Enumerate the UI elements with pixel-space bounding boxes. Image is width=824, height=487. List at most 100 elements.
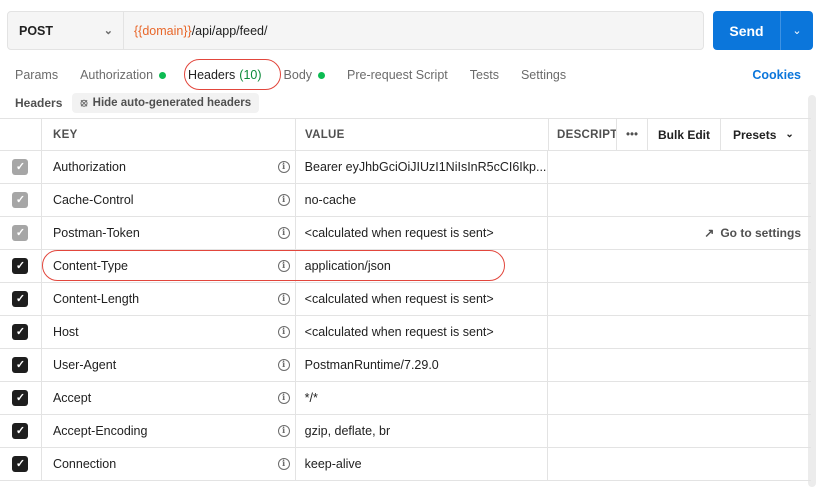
key-cell[interactable]: Content-Length i xyxy=(42,283,296,315)
key-cell[interactable]: Accept i xyxy=(42,382,296,414)
header-value: <calculated when request is sent> xyxy=(304,292,494,306)
table-row: ✓ Accept i */* xyxy=(0,382,811,415)
value-cell[interactable]: no-cache xyxy=(296,184,549,216)
hide-auto-headers-label: Hide auto-generated headers xyxy=(92,97,252,109)
description-cell[interactable] xyxy=(548,349,811,381)
send-button[interactable]: Send xyxy=(713,11,781,50)
url-input[interactable]: {{domain}}/api/app/feed/ xyxy=(124,12,703,49)
hide-auto-headers-button[interactable]: ⦻ Hide auto-generated headers xyxy=(72,93,260,113)
value-cell[interactable]: keep-alive xyxy=(296,448,549,480)
more-options-button[interactable]: ••• xyxy=(617,119,648,150)
description-cell[interactable] xyxy=(548,184,811,216)
tab-params[interactable]: Params xyxy=(15,68,58,82)
value-cell[interactable]: */* xyxy=(296,382,549,414)
column-value: VALUE xyxy=(296,119,549,150)
tab-tests-label: Tests xyxy=(469,68,499,82)
value-cell[interactable]: gzip, deflate, br xyxy=(296,415,549,447)
key-cell[interactable]: Host i xyxy=(42,316,296,348)
headers-tab-highlight xyxy=(184,59,281,90)
tab-pre-request-script-label: Pre-request Script xyxy=(347,68,448,82)
tab-pre-request-script[interactable]: Pre-request Script xyxy=(347,68,448,82)
tab-body-label: Body xyxy=(283,68,313,82)
chevron-down-icon: ⌄ xyxy=(103,25,113,37)
eye-off-icon: ⦻ xyxy=(80,96,88,109)
tab-body[interactable]: Body xyxy=(284,68,326,82)
value-cell[interactable]: PostmanRuntime/7.29.0 xyxy=(296,349,549,381)
header-key: Accept-Encoding xyxy=(52,424,148,438)
header-value: */* xyxy=(304,391,318,405)
header-key: Connection xyxy=(52,457,117,471)
header-key: Accept xyxy=(52,391,92,405)
headers-table: KEY VALUE DESCRIPTION ••• Bulk Edit Pres… xyxy=(0,118,811,481)
info-icon[interactable]: i xyxy=(277,227,290,239)
info-icon[interactable]: i xyxy=(277,458,290,470)
header-key: Content-Length xyxy=(52,292,140,306)
description-cell[interactable] xyxy=(548,415,811,447)
table-row: ✓ Accept-Encoding i gzip, deflate, br xyxy=(0,415,811,448)
checkbox-checked-icon[interactable]: ✓ xyxy=(12,390,29,406)
info-icon[interactable]: i xyxy=(277,194,290,206)
key-cell[interactable]: Cache-Control i xyxy=(42,184,296,216)
key-cell[interactable]: Accept-Encoding i xyxy=(42,415,296,447)
checkbox-checked-icon[interactable]: ✓ xyxy=(12,324,29,340)
tab-authorization-label: Authorization xyxy=(80,68,154,82)
info-icon[interactable]: i xyxy=(277,392,290,404)
value-cell[interactable]: <calculated when request is sent> xyxy=(296,316,549,348)
table-body: ✓ Authorization i Bearer eyJhbGciOiJIUzI… xyxy=(0,151,811,481)
cookies-link[interactable]: Cookies xyxy=(752,68,801,82)
info-icon[interactable]: i xyxy=(277,326,290,338)
row-checkbox-cell: ✓ xyxy=(0,415,42,447)
description-cell[interactable] xyxy=(548,151,811,183)
bulk-edit-button[interactable]: Bulk Edit xyxy=(648,119,721,150)
header-key: Authorization xyxy=(52,160,126,174)
table-row: ✓ User-Agent i PostmanRuntime/7.29.0 xyxy=(0,349,811,382)
description-cell[interactable] xyxy=(548,448,811,480)
value-cell[interactable]: <calculated when request is sent> xyxy=(296,283,549,315)
key-cell[interactable]: User-Agent i xyxy=(42,349,296,381)
header-key: Cache-Control xyxy=(52,193,134,207)
send-options-chevron-icon[interactable]: ⌄ xyxy=(781,11,813,50)
key-cell[interactable]: Postman-Token i xyxy=(42,217,296,249)
tab-tests[interactable]: Tests xyxy=(470,68,499,82)
key-cell[interactable]: Authorization i xyxy=(42,151,296,183)
info-icon[interactable]: i xyxy=(277,293,290,305)
description-cell[interactable] xyxy=(548,250,811,282)
content-type-highlight xyxy=(42,250,505,281)
checkbox-checked-icon[interactable]: ✓ xyxy=(12,456,29,472)
method-select[interactable]: POST ⌄ xyxy=(8,12,124,49)
description-cell[interactable] xyxy=(548,316,811,348)
header-value: no-cache xyxy=(304,193,357,207)
info-icon[interactable]: i xyxy=(277,359,290,371)
header-value: gzip, deflate, br xyxy=(304,424,391,438)
checkbox-checked-icon[interactable]: ✓ xyxy=(12,159,29,175)
table-row: ✓ Cache-Control i no-cache xyxy=(0,184,811,217)
checkbox-checked-icon[interactable]: ✓ xyxy=(12,423,29,439)
go-to-settings-link[interactable]: ↗ Go to settings xyxy=(548,217,811,249)
table-row: ✓ Host i <calculated when request is sen… xyxy=(0,316,811,349)
presets-label: Presets xyxy=(733,127,777,142)
table-header: KEY VALUE DESCRIPTION ••• Bulk Edit Pres… xyxy=(0,118,811,151)
method-label: POST xyxy=(19,23,54,38)
description-cell[interactable] xyxy=(548,382,811,414)
tab-settings[interactable]: Settings xyxy=(521,68,566,82)
request-bar: POST ⌄ {{domain}}/api/app/feed/ xyxy=(7,11,704,50)
info-icon[interactable]: i xyxy=(277,425,290,437)
go-to-settings-label: Go to settings xyxy=(720,226,801,240)
header-value: Bearer eyJhbGciOiJIUzI1NiIsInR5cCI6Ikp..… xyxy=(304,160,547,174)
value-cell[interactable]: <calculated when request is sent> xyxy=(296,217,549,249)
tab-authorization[interactable]: Authorization xyxy=(80,68,167,82)
checkbox-checked-icon[interactable]: ✓ xyxy=(12,258,29,274)
row-checkbox-cell: ✓ xyxy=(0,448,42,480)
key-cell[interactable]: Connection i xyxy=(42,448,296,480)
row-checkbox-cell: ✓ xyxy=(0,184,42,216)
checkbox-checked-icon[interactable]: ✓ xyxy=(12,291,29,307)
value-cell[interactable]: Bearer eyJhbGciOiJIUzI1NiIsInR5cCI6Ikp..… xyxy=(296,151,549,183)
description-cell[interactable] xyxy=(548,283,811,315)
checkbox-checked-icon[interactable]: ✓ xyxy=(12,192,29,208)
checkbox-checked-icon[interactable]: ✓ xyxy=(12,225,29,241)
info-icon[interactable]: i xyxy=(277,161,290,173)
checkbox-checked-icon[interactable]: ✓ xyxy=(12,357,29,373)
presets-dropdown[interactable]: Presets ⌄ xyxy=(721,119,811,150)
request-tabs: Params Authorization Headers (10) Body Pr… xyxy=(15,60,588,90)
header-key: Postman-Token xyxy=(52,226,140,240)
